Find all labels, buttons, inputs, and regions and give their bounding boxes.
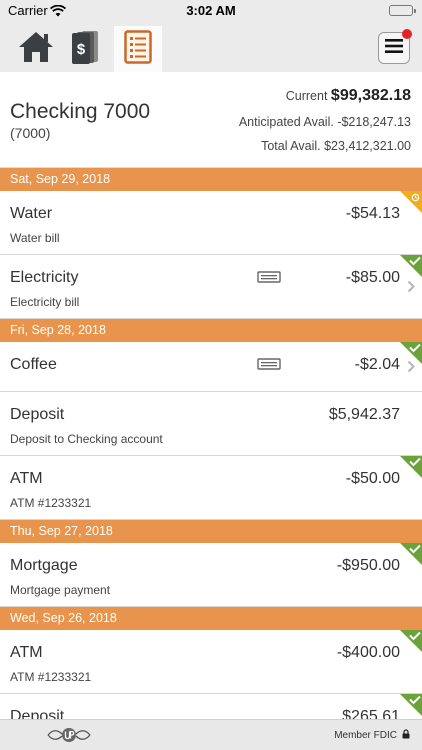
up-logo-icon bbox=[46, 726, 92, 749]
transaction-memo: Deposit to Checking account bbox=[10, 432, 163, 446]
menu-button[interactable] bbox=[378, 29, 412, 64]
transaction-amount: -$54.13 bbox=[345, 205, 400, 222]
transaction-amount: -$950.00 bbox=[336, 557, 400, 574]
nav-register-button[interactable] bbox=[114, 26, 162, 72]
account-header: Checking 7000 (7000) Current $99,382.18 … bbox=[0, 72, 422, 168]
total-balance-value: $23,412,321.00 bbox=[324, 139, 411, 153]
anticipated-balance: Anticipated Avail. -$218,247.13 bbox=[239, 115, 411, 129]
battery-icon bbox=[389, 5, 416, 16]
transaction-payee: Water bbox=[10, 205, 53, 222]
account-number: (7000) bbox=[10, 125, 51, 141]
date-header: Thu, Sep 27, 2018 bbox=[0, 520, 422, 543]
date-header: Wed, Sep 26, 2018 bbox=[0, 607, 422, 630]
cleared-check-icon bbox=[400, 342, 422, 369]
account-name: Checking 7000 bbox=[10, 100, 151, 123]
transaction-payee: Deposit bbox=[10, 406, 65, 423]
transaction-amount: -$400.00 bbox=[336, 644, 400, 661]
chevron-right-icon bbox=[407, 280, 415, 298]
nav-home-button[interactable] bbox=[12, 26, 60, 72]
transaction-row[interactable]: Electricity -$85.00 Electricity bill bbox=[0, 255, 422, 319]
note-icon bbox=[257, 270, 281, 288]
transaction-memo: Water bill bbox=[10, 231, 60, 245]
transaction-amount: -$50.00 bbox=[345, 470, 400, 487]
total-balance: Total Avail. $23,412,321.00 bbox=[261, 139, 411, 153]
cleared-check-icon bbox=[400, 630, 422, 657]
cleared-check-icon bbox=[400, 255, 422, 282]
footer: Member FDIC bbox=[0, 719, 422, 750]
transaction-amount: -$85.00 bbox=[345, 269, 400, 286]
home-icon bbox=[17, 30, 55, 69]
date-header: Fri, Sep 28, 2018 bbox=[0, 319, 422, 342]
anticipated-balance-label: Anticipated Avail. bbox=[238, 115, 334, 129]
transaction-payee: Deposit bbox=[10, 708, 65, 719]
top-chrome: Carrier 3:02 AM $ bbox=[0, 0, 422, 72]
transaction-payee: Mortgage bbox=[10, 557, 78, 574]
transaction-row[interactable]: Deposit $265.61 bbox=[0, 694, 422, 719]
hamburger-menu-icon bbox=[385, 38, 403, 58]
transaction-amount: $5,942.37 bbox=[328, 406, 400, 423]
date-header: Sat, Sep 29, 2018 bbox=[0, 168, 422, 191]
status-time: 3:02 AM bbox=[186, 3, 236, 18]
transaction-memo: Mortgage payment bbox=[10, 583, 111, 597]
transaction-payee: Electricity bbox=[10, 269, 79, 286]
member-fdic: Member FDIC bbox=[334, 729, 410, 742]
current-balance: Current $99,382.18 bbox=[286, 87, 411, 105]
transaction-memo: Electricity bill bbox=[10, 295, 80, 309]
transaction-row[interactable]: ATM -$400.00 ATM #1233321 bbox=[0, 630, 422, 694]
member-fdic-label: Member FDIC bbox=[334, 730, 397, 741]
transaction-payee: ATM bbox=[10, 644, 43, 661]
transaction-payee: ATM bbox=[10, 470, 43, 487]
anticipated-balance-value: -$218,247.13 bbox=[337, 115, 411, 129]
note-icon bbox=[257, 357, 281, 375]
total-balance-label: Total Avail. bbox=[261, 139, 321, 153]
transaction-row[interactable]: Mortgage -$950.00 Mortgage payment bbox=[0, 543, 422, 607]
transaction-memo: ATM #1233321 bbox=[10, 670, 92, 684]
pending-clock-icon bbox=[400, 191, 422, 218]
current-balance-label: Current bbox=[285, 89, 328, 103]
transaction-row[interactable]: Deposit $5,942.37 Deposit to Checking ac… bbox=[0, 392, 422, 456]
transaction-row[interactable]: Water -$54.13 Water bill bbox=[0, 191, 422, 255]
transaction-list[interactable]: Sat, Sep 29, 2018 Water -$54.13 Water bi… bbox=[0, 168, 422, 719]
dollar-bills-icon: $ bbox=[70, 29, 102, 70]
lock-icon bbox=[402, 729, 410, 742]
register-ledger-icon bbox=[124, 29, 152, 69]
transaction-amount: -$2.04 bbox=[354, 356, 400, 373]
cleared-check-icon bbox=[400, 543, 422, 570]
transaction-amount: $265.61 bbox=[342, 708, 400, 719]
nav-transfers-button[interactable]: $ bbox=[62, 26, 110, 72]
cleared-check-icon bbox=[400, 694, 422, 719]
svg-text:$: $ bbox=[77, 41, 86, 58]
transaction-payee: Coffee bbox=[10, 356, 57, 373]
current-balance-value: $99,382.18 bbox=[330, 87, 411, 104]
cleared-check-icon bbox=[400, 456, 422, 483]
status-bar: Carrier 3:02 AM bbox=[0, 0, 422, 22]
transaction-row[interactable]: Coffee -$2.04 bbox=[0, 342, 422, 392]
notification-dot bbox=[402, 29, 412, 39]
transaction-row[interactable]: ATM -$50.00 ATM #1233321 bbox=[0, 456, 422, 520]
transaction-memo: ATM #1233321 bbox=[10, 496, 92, 510]
